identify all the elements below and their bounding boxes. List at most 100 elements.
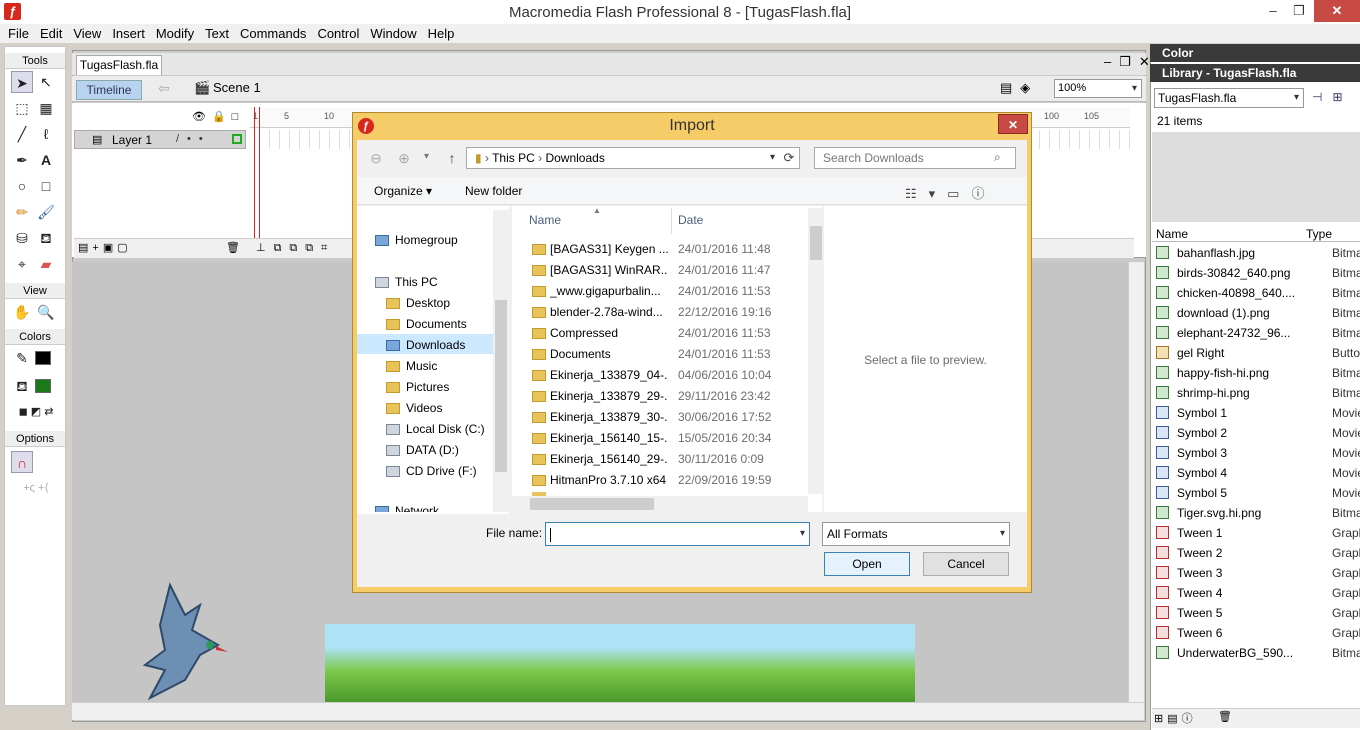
- file-list-scroll-thumb[interactable]: [810, 226, 822, 260]
- nav-scroll-thumb[interactable]: [495, 300, 507, 472]
- hand-tool-icon[interactable]: ✋: [11, 301, 33, 323]
- stroke-color-icon[interactable]: ✎: [11, 347, 33, 369]
- nav-pictures[interactable]: Pictures: [386, 377, 449, 397]
- nav-videos[interactable]: Videos: [386, 398, 442, 418]
- stage-horizontal-scrollbar[interactable]: [72, 702, 1144, 720]
- nav-desktop[interactable]: Desktop: [386, 293, 450, 313]
- nav-homegroup[interactable]: Homegroup: [375, 230, 458, 250]
- chevron-down-icon[interactable]: ▾: [800, 523, 805, 545]
- add-layer-icon[interactable]: ▤+▣▢: [78, 241, 132, 254]
- file-row[interactable]: Ekinerja_156140_29-... 30/11/2016 0:09: [512, 449, 808, 470]
- file-name-input[interactable]: ▾: [545, 522, 810, 546]
- menu-control[interactable]: Control: [313, 26, 366, 41]
- bird-image[interactable]: [130, 570, 230, 700]
- close-icon[interactable]: ✕: [1314, 0, 1360, 22]
- selection-tool-icon[interactable]: ➤: [11, 71, 33, 93]
- delete-layer-icon[interactable]: 🗑: [226, 241, 240, 254]
- library-item[interactable]: Tween 3 Graph: [1152, 563, 1360, 583]
- menu-commands[interactable]: Commands: [236, 26, 313, 41]
- library-item[interactable]: birds-30842_640.png Bitmap: [1152, 263, 1360, 283]
- library-item[interactable]: download (1).png Bitmap: [1152, 303, 1360, 323]
- fill-transform-icon[interactable]: ▦: [35, 97, 57, 119]
- brush-tool-icon[interactable]: 🖌: [35, 201, 57, 223]
- rectangle-tool-icon[interactable]: □: [35, 175, 57, 197]
- file-row[interactable]: Compressed 24/01/2016 11:53: [512, 323, 808, 344]
- nav-local-disk[interactable]: Local Disk (C:): [386, 419, 485, 439]
- nav-back-icon[interactable]: ⊖: [366, 150, 386, 168]
- col-type[interactable]: Type: [1306, 227, 1332, 241]
- menu-modify[interactable]: Modify: [152, 26, 201, 41]
- pen-tool-icon[interactable]: ✒: [11, 149, 33, 171]
- library-item[interactable]: bahanflash.jpg Bitmap: [1152, 243, 1360, 263]
- library-item[interactable]: shrimp-hi.png Bitmap: [1152, 383, 1360, 403]
- restore-icon[interactable]: ❐: [1284, 0, 1314, 22]
- layer-visibility-icons[interactable]: 👁🔒□: [192, 110, 244, 123]
- edit-symbol-icon[interactable]: ▤◈: [1000, 80, 1038, 96]
- pencil-tool-icon[interactable]: ✏: [11, 201, 33, 223]
- text-tool-icon[interactable]: A: [35, 149, 57, 171]
- fill-color-icon[interactable]: ⛾: [11, 375, 33, 397]
- file-type-select[interactable]: All Formats ▾: [822, 522, 1010, 546]
- menu-view[interactable]: View: [69, 26, 108, 41]
- color-buttons-icon[interactable]: ◼ ◩ ⇄: [9, 401, 63, 423]
- menu-file[interactable]: File: [4, 26, 36, 41]
- column-date-header[interactable]: Date: [678, 213, 703, 227]
- timeline-button[interactable]: Timeline: [76, 80, 142, 100]
- subselection-tool-icon[interactable]: ↖: [35, 71, 57, 93]
- menu-insert[interactable]: Insert: [108, 26, 152, 41]
- file-row[interactable]: Ekinerja_156140_15-... 15/05/2016 20:34: [512, 428, 808, 449]
- library-item[interactable]: Tween 5 Graph: [1152, 603, 1360, 623]
- snap-magnet-icon[interactable]: ∩: [11, 451, 33, 473]
- file-row[interactable]: Ekinerja_133879_30-... 30/06/2016 17:52: [512, 407, 808, 428]
- file-row[interactable]: [BAGAS31] WinRAR... 24/01/2016 11:47: [512, 260, 808, 281]
- library-new-symbol-icon[interactable]: ⊞▤ⓘ: [1154, 710, 1197, 726]
- document-tab[interactable]: TugasFlash.fla: [76, 55, 162, 75]
- library-pin-icons[interactable]: ⊣⊞: [1312, 90, 1353, 104]
- stroke-color-swatch[interactable]: [35, 351, 51, 365]
- fill-color-swatch[interactable]: [35, 379, 51, 393]
- library-item[interactable]: Symbol 2 Movie: [1152, 423, 1360, 443]
- menu-edit[interactable]: Edit: [36, 26, 69, 41]
- file-row[interactable]: Ekinerja_133879_04-... 04/06/2016 10:04: [512, 365, 808, 386]
- menu-help[interactable]: Help: [424, 26, 462, 41]
- library-item[interactable]: Tween 6 Graph: [1152, 623, 1360, 643]
- oval-tool-icon[interactable]: ○: [11, 175, 33, 197]
- dialog-close-icon[interactable]: ✕: [998, 114, 1028, 134]
- file-row[interactable]: [BAGAS31] Keygen ... 24/01/2016 11:48: [512, 239, 808, 260]
- free-transform-icon[interactable]: ⬚: [11, 97, 33, 119]
- open-button[interactable]: Open: [824, 552, 910, 576]
- eraser-icon[interactable]: ▰: [35, 253, 57, 275]
- playhead[interactable]: [254, 107, 260, 252]
- lasso-tool-icon[interactable]: ℓ: [35, 123, 57, 145]
- library-item[interactable]: Tween 2 Graph: [1152, 543, 1360, 563]
- nav-documents[interactable]: Documents: [386, 314, 467, 334]
- layer-pencil-icon[interactable]: /••: [176, 133, 211, 145]
- nav-this-pc[interactable]: This PC: [375, 272, 438, 292]
- layer-name[interactable]: Layer 1: [112, 133, 152, 147]
- file-list-horizontal-thumb[interactable]: [530, 498, 654, 510]
- address-bar[interactable]: ▮ › This PC › Downloads ▾: [466, 147, 800, 169]
- eyedropper-icon[interactable]: ⌖: [11, 253, 33, 275]
- smooth-straighten-icon[interactable]: +ς +⟨: [9, 477, 63, 499]
- onion-skin-icon[interactable]: ⊥⧉⧉⧉⌗: [256, 241, 335, 255]
- breadcrumb-downloads[interactable]: Downloads: [545, 151, 604, 165]
- library-item[interactable]: Symbol 4 Movie: [1152, 463, 1360, 483]
- organize-button[interactable]: Organize ▾: [374, 184, 432, 198]
- column-name-header[interactable]: Name: [529, 213, 561, 227]
- nav-up-icon[interactable]: ↑: [442, 150, 462, 168]
- color-panel-header[interactable]: Color: [1150, 44, 1360, 62]
- back-arrow-icon[interactable]: ⇦: [152, 80, 176, 100]
- library-panel-header[interactable]: Library - TugasFlash.fla: [1150, 64, 1360, 82]
- zoom-select[interactable]: 100% ▾: [1054, 79, 1142, 98]
- library-item[interactable]: Tween 4 Graph: [1152, 583, 1360, 603]
- library-item[interactable]: elephant-24732_96... Bitmap: [1152, 323, 1360, 343]
- nav-network[interactable]: Network: [375, 500, 439, 512]
- nav-music[interactable]: Music: [386, 356, 437, 376]
- ink-bottle-icon[interactable]: ⛁: [11, 227, 33, 249]
- menu-window[interactable]: Window: [366, 26, 423, 41]
- library-item[interactable]: Symbol 3 Movie: [1152, 443, 1360, 463]
- library-item[interactable]: Tween 1 Graph: [1152, 523, 1360, 543]
- view-options-icons[interactable]: ☷▾▭ⓘ: [905, 183, 996, 202]
- library-item[interactable]: UnderwaterBG_590... Bitmap: [1152, 643, 1360, 663]
- file-row[interactable]: Documents 24/01/2016 11:53: [512, 344, 808, 365]
